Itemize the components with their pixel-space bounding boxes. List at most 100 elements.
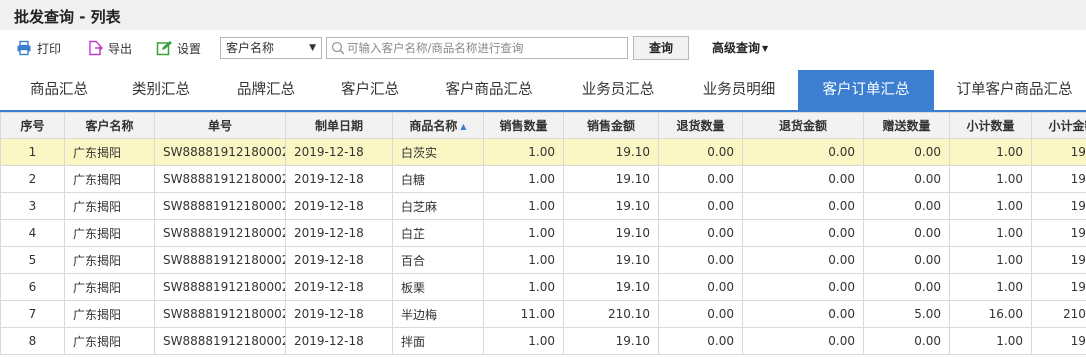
col-header-subtotal-qty[interactable]: 小计数量 <box>949 112 1032 139</box>
cell-customer: 广东揭阳 <box>64 300 155 328</box>
cell-order-no: SW88881912180002 <box>154 273 286 301</box>
edit-settings-icon <box>156 41 172 56</box>
table-row[interactable]: 3 广东揭阳 SW88881912180002 2019-12-18 白芝麻 1.00 19… <box>0 192 1086 220</box>
cell-return-amount: 0.00 <box>742 192 864 220</box>
settings-button[interactable]: 设置 <box>156 39 201 57</box>
cell-index: 1 <box>0 138 65 166</box>
cell-product: 白芷 <box>392 219 484 247</box>
col-header-return-amount[interactable]: 退货金额 <box>742 112 864 139</box>
cell-date: 2019-12-18 <box>285 327 393 355</box>
cell-date: 2019-12-18 <box>285 219 393 247</box>
cell-customer: 广东揭阳 <box>64 165 155 193</box>
cell-product: 半边梅 <box>392 300 484 328</box>
table-row[interactable]: 5 广东揭阳 SW88881912180002 2019-12-18 百合 1.00 19.… <box>0 246 1086 274</box>
cell-customer: 广东揭阳 <box>64 219 155 247</box>
query-button[interactable]: 查询 <box>633 36 689 60</box>
cell-gift-qty: 0.00 <box>863 273 950 301</box>
tab-customer-order-summary[interactable]: 客户订单汇总 <box>798 70 934 110</box>
title-bar: 批发查询 - 列表 <box>0 0 1086 30</box>
cell-order-no: SW88881912180002 <box>154 327 286 355</box>
tab-customer-summary[interactable]: 客户汇总 <box>325 70 415 110</box>
col-header-product[interactable]: 商品名称 ▲ <box>392 112 484 139</box>
col-header-gift-qty[interactable]: 赠送数量 <box>863 112 950 139</box>
tab-product-summary[interactable]: 商品汇总 <box>14 70 104 110</box>
page-title: 批发查询 - 列表 <box>14 8 121 26</box>
tab-customer-product-summary[interactable]: 客户商品汇总 <box>428 70 550 110</box>
cell-sales-amount: 19.10 <box>563 138 659 166</box>
cell-sales-amount: 210.10 <box>563 300 659 328</box>
sort-ascending-icon: ▲ <box>460 122 467 131</box>
cell-subtotal-amount: 19.10 <box>1031 219 1086 247</box>
cell-gift-qty: 5.00 <box>863 300 950 328</box>
cell-gift-qty: 0.00 <box>863 138 950 166</box>
cell-date: 2019-12-18 <box>285 165 393 193</box>
export-button[interactable]: 导出 <box>87 39 132 57</box>
table-row[interactable]: 4 广东揭阳 SW88881912180002 2019-12-18 白芷 1.00 19.… <box>0 219 1086 247</box>
cell-subtotal-amount: 19.10 <box>1031 165 1086 193</box>
cell-subtotal-amount: 19.10 <box>1031 327 1086 355</box>
cell-return-qty: 0.00 <box>658 327 743 355</box>
table-row[interactable]: 6 广东揭阳 SW88881912180002 2019-12-18 板栗 1.00 19.… <box>0 273 1086 301</box>
caret-down-icon: ▼ <box>762 44 769 53</box>
cell-index: 5 <box>0 246 65 274</box>
cell-subtotal-amount: 19.10 <box>1031 138 1086 166</box>
cell-return-amount: 0.00 <box>742 138 864 166</box>
cell-sales-qty: 1.00 <box>483 165 564 193</box>
table-row[interactable]: 7 广东揭阳 SW88881912180002 2019-12-18 半边梅 11.00 2… <box>0 300 1086 328</box>
search-icon <box>331 41 345 55</box>
settings-label: 设置 <box>177 41 202 56</box>
col-header-sales-amount[interactable]: 销售金额 <box>563 112 659 139</box>
cell-subtotal-qty: 1.00 <box>949 246 1032 274</box>
cell-gift-qty: 0.00 <box>863 219 950 247</box>
col-header-sales-qty[interactable]: 销售数量 <box>483 112 564 139</box>
tab-salesperson-detail[interactable]: 业务员明细 <box>683 70 795 110</box>
cell-subtotal-qty: 1.00 <box>949 273 1032 301</box>
table-row[interactable]: 2 广东揭阳 SW88881912180002 2019-12-18 白糖 1.00 19.… <box>0 165 1086 193</box>
cell-date: 2019-12-18 <box>285 246 393 274</box>
cell-order-no: SW88881912180002 <box>154 246 286 274</box>
cell-gift-qty: 0.00 <box>863 192 950 220</box>
cell-customer: 广东揭阳 <box>64 192 155 220</box>
cell-subtotal-qty: 1.00 <box>949 138 1032 166</box>
cell-gift-qty: 0.00 <box>863 246 950 274</box>
cell-order-no: SW88881912180002 <box>154 165 286 193</box>
cell-date: 2019-12-18 <box>285 300 393 328</box>
cell-subtotal-amount: 19.10 <box>1031 246 1086 274</box>
col-header-subtotal-amount[interactable]: 小计金额 <box>1031 112 1086 139</box>
cell-customer: 广东揭阳 <box>64 246 155 274</box>
search-field-select[interactable]: 客户名称 ▼ <box>220 37 322 59</box>
col-header-index[interactable]: 序号 <box>0 112 65 139</box>
tab-order-customer-product-summary[interactable]: 订单客户商品汇总 <box>943 70 1086 110</box>
cell-subtotal-qty: 1.00 <box>949 327 1032 355</box>
cell-subtotal-qty: 1.00 <box>949 192 1032 220</box>
cell-subtotal-amount: 210.10 <box>1031 300 1086 328</box>
search-input[interactable] <box>347 39 623 57</box>
toolbar: 打印 导出 设置 客户名称 ▼ 查询 高级查询▼ <box>0 30 1086 66</box>
col-header-return-qty[interactable]: 退货数量 <box>658 112 743 139</box>
tab-category-summary[interactable]: 类别汇总 <box>116 70 206 110</box>
table-row[interactable]: 8 广东揭阳 SW88881912180002 2019-12-18 拌面 1.00 19.… <box>0 327 1086 355</box>
table-row[interactable]: 1 广东揭阳 SW88881912180002 2019-12-18 白茨实 1.00 19… <box>0 138 1086 166</box>
cell-return-amount: 0.00 <box>742 219 864 247</box>
cell-sales-qty: 11.00 <box>483 300 564 328</box>
col-header-date[interactable]: 制单日期 <box>285 112 393 139</box>
cell-product: 白糖 <box>392 165 484 193</box>
cell-return-qty: 0.00 <box>658 219 743 247</box>
advanced-query-button[interactable]: 高级查询 ▼ <box>712 39 768 56</box>
cell-product: 拌面 <box>392 327 484 355</box>
cell-sales-amount: 19.10 <box>563 165 659 193</box>
cell-sales-amount: 19.10 <box>563 273 659 301</box>
cell-order-no: SW88881912180002 <box>154 219 286 247</box>
cell-gift-qty: 0.00 <box>863 165 950 193</box>
cell-sales-amount: 19.10 <box>563 192 659 220</box>
cell-sales-amount: 19.10 <box>563 246 659 274</box>
cell-sales-qty: 1.00 <box>483 246 564 274</box>
col-header-customer[interactable]: 客户名称 <box>64 112 155 139</box>
cell-sales-qty: 1.00 <box>483 219 564 247</box>
print-button[interactable]: 打印 <box>16 39 61 57</box>
cell-date: 2019-12-18 <box>285 192 393 220</box>
col-header-order-no[interactable]: 单号 <box>154 112 286 139</box>
cell-index: 2 <box>0 165 65 193</box>
tab-salesperson-summary[interactable]: 业务员汇总 <box>562 70 674 110</box>
tab-brand-summary[interactable]: 品牌汇总 <box>221 70 311 110</box>
